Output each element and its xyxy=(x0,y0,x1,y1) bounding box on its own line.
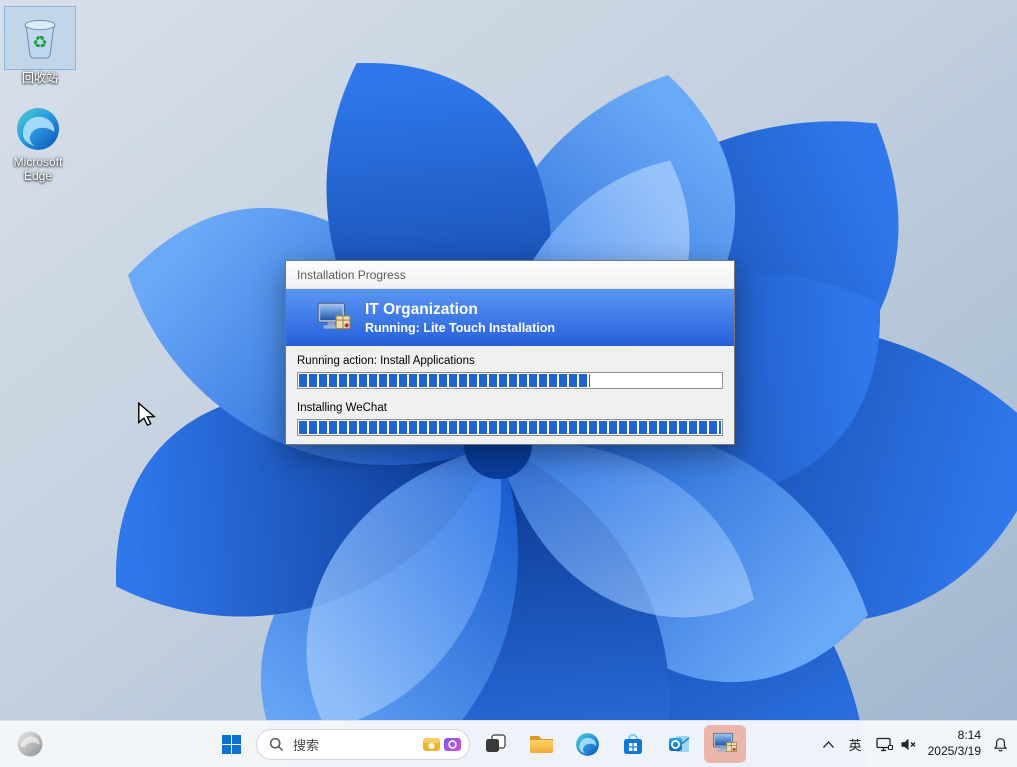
clock-date: 2025/3/19 xyxy=(927,744,981,758)
desktop-icon-edge[interactable]: Microsoft Edge xyxy=(0,104,76,184)
task-progress-fill xyxy=(299,421,721,434)
outlook-button[interactable] xyxy=(658,725,700,763)
notification-bell-icon[interactable] xyxy=(992,736,1009,753)
icon-label: 回收站 xyxy=(21,71,58,85)
network-icon[interactable] xyxy=(875,737,893,752)
task-label: Installing WeChat xyxy=(297,402,387,414)
task-progressbar xyxy=(297,419,723,436)
search-highlights-icon[interactable] xyxy=(422,735,441,754)
store-button[interactable] xyxy=(612,725,654,763)
edge-button[interactable] xyxy=(566,725,608,763)
svg-text:♻: ♻ xyxy=(32,33,47,52)
clock-time: 8:14 xyxy=(957,728,981,743)
icon-label: Microsoft Edge xyxy=(13,155,63,183)
mdt-installer-button[interactable] xyxy=(704,725,746,763)
search-icon xyxy=(269,737,284,751)
desktop-icon-recycle-bin[interactable]: ♻ 回收站 xyxy=(2,6,78,86)
file-explorer-icon xyxy=(529,736,553,753)
action-label: Running action: Install Applications xyxy=(297,355,475,367)
deployment-toolkit-icon xyxy=(317,302,351,329)
window-titlebar[interactable]: Installation Progress xyxy=(286,261,734,289)
taskbar: 搜索 英 8:14 2025/3/19 xyxy=(0,720,1017,767)
store-icon xyxy=(624,733,642,754)
org-subtitle: Running: Lite Touch Installation xyxy=(365,320,556,335)
selection-highlight: ♻ xyxy=(4,6,76,70)
edge-icon xyxy=(575,732,599,756)
action-progress-fill xyxy=(299,374,591,387)
action-progressbar xyxy=(297,372,723,389)
task-view-button[interactable] xyxy=(474,725,516,763)
taskbar-search[interactable]: 搜索 xyxy=(256,728,470,760)
volume-icon[interactable] xyxy=(900,737,917,752)
ime-indicator[interactable]: 英 xyxy=(846,733,865,756)
taskbar-clock[interactable]: 8:14 2025/3/19 xyxy=(928,728,981,759)
corner-swirl-icon[interactable] xyxy=(16,730,44,758)
tray-chevron-up-icon[interactable] xyxy=(822,740,835,749)
windows-logo-icon xyxy=(221,734,241,754)
org-title: IT Organization xyxy=(365,300,478,318)
start-button[interactable] xyxy=(210,725,252,763)
search-camera-icon[interactable] xyxy=(443,735,462,754)
dialog-body: Running action: Install Applications Ins… xyxy=(286,346,734,444)
installation-progress-window: Installation Progress IT Organization Ru… xyxy=(285,260,735,445)
desktop: ♻ 回收站 Microsoft Edge Installation Progre… xyxy=(0,0,1017,767)
recycle-bin-icon: ♻ xyxy=(24,20,56,59)
search-placeholder: 搜索 xyxy=(293,737,320,753)
file-explorer-button[interactable] xyxy=(520,725,562,763)
outlook-icon xyxy=(669,736,690,752)
edge-icon xyxy=(17,108,59,150)
window-title: Installation Progress xyxy=(297,267,406,282)
deployment-toolkit-icon xyxy=(713,732,737,753)
system-tray: 英 8:14 2025/3/19 xyxy=(822,721,1009,767)
task-view-icon xyxy=(485,734,506,752)
dialog-banner: IT Organization Running: Lite Touch Inst… xyxy=(286,289,734,346)
